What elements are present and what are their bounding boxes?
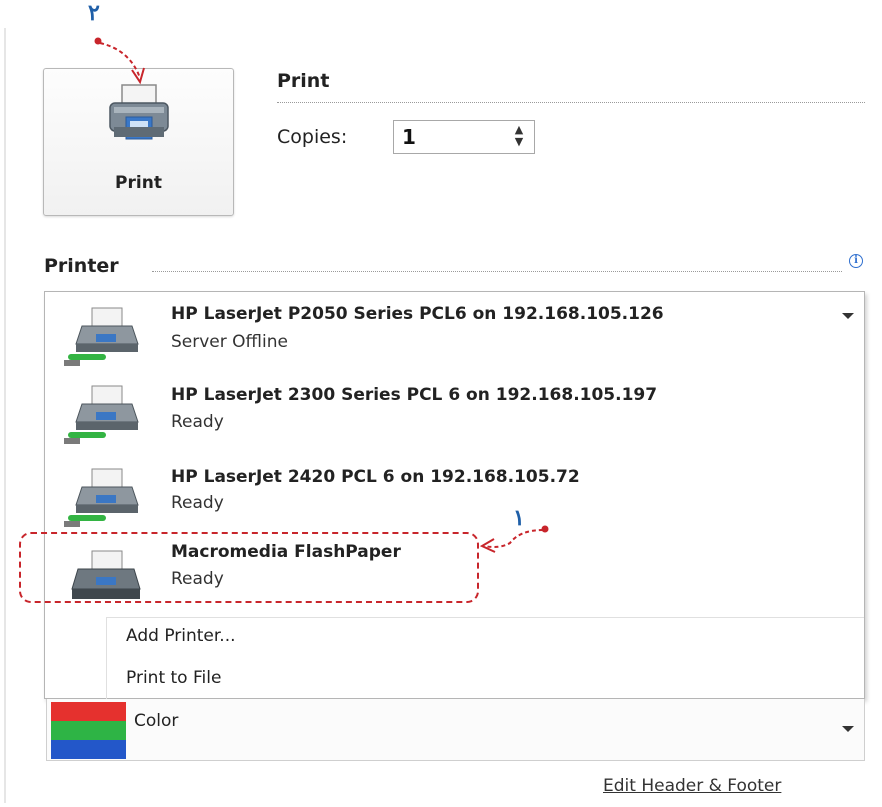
printer-option[interactable]: HP LaserJet 2420 PCL 6 on 192.168.105.72… [45,457,864,539]
printer-section-divider [152,271,842,272]
network-printer-icon [64,385,139,444]
copies-input[interactable]: 1 ▲ ▼ [393,120,535,154]
printer-name: HP LaserJet 2420 PCL 6 on 192.168.105.72 [171,467,580,487]
print-button[interactable]: Print [43,68,234,216]
annotation-number-1: ١ [513,505,525,531]
spin-down-icon[interactable]: ▼ [512,136,526,148]
panel-left-border [4,28,6,803]
copies-label: Copies: [277,126,348,148]
menu-gutter-divider [106,617,107,699]
printer-status: Ready [171,412,224,432]
print-to-file-menu-item[interactable]: Print to File [126,668,221,688]
printer-icon [109,84,169,140]
color-swatch-icon [51,702,126,759]
add-printer-menu-item[interactable]: Add Printer... [126,626,236,646]
copies-value: 1 [402,125,416,149]
color-mode-select[interactable]: Color [46,699,865,761]
chevron-down-icon[interactable] [842,726,854,732]
printer-status: Ready [171,493,224,513]
edit-header-footer-link[interactable]: Edit Header & Footer [603,776,781,796]
printer-status: Server Offline [171,332,288,352]
printer-name: HP LaserJet P2050 Series PCL6 on 192.168… [171,304,664,324]
printer-section-title: Printer [44,255,119,277]
printer-name: HP LaserJet 2300 Series PCL 6 on 192.168… [171,385,658,405]
network-printer-icon [64,468,139,527]
list-divider [106,617,864,618]
annotation-highlight-box [19,532,479,603]
chevron-down-icon[interactable] [842,313,854,319]
printer-dropdown-list[interactable]: HP LaserJet P2050 Series PCL6 on 192.168… [44,291,865,699]
printer-option[interactable]: HP LaserJet 2300 Series PCL 6 on 192.168… [45,374,864,456]
printer-option[interactable]: HP LaserJet P2050 Series PCL6 on 192.168… [45,292,864,374]
network-printer-icon [64,307,139,366]
print-section-divider [277,102,865,103]
print-button-label: Print [115,173,162,193]
copies-spinner[interactable]: ▲ ▼ [512,124,526,148]
color-mode-label: Color [134,711,179,731]
print-section-title: Print [277,70,330,92]
info-icon[interactable]: i [849,254,863,268]
annotation-number-2: ٢ [88,0,100,26]
